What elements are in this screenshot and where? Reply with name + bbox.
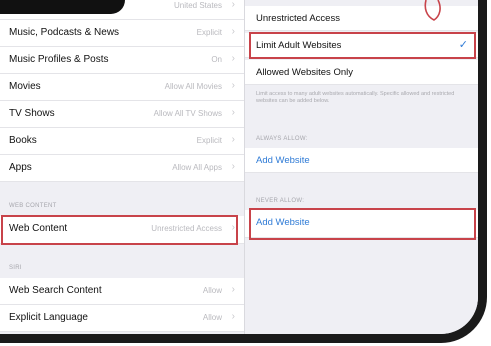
settings-row-apps[interactable]: Apps Allow All Apps › bbox=[0, 155, 244, 182]
chevron-right-icon: › bbox=[231, 0, 235, 10]
limit-adult-description: Limit access to many adult websites auto… bbox=[256, 91, 455, 104]
settings-row-music-profiles-posts[interactable]: Music Profiles & Posts On › bbox=[0, 47, 244, 74]
row-value: United States bbox=[173, 1, 222, 10]
row-label: Music, Podcasts & News bbox=[9, 27, 120, 38]
row-label: Apps bbox=[9, 162, 32, 173]
row-label: Web Search Content bbox=[9, 285, 102, 296]
row-label: Movies bbox=[9, 81, 41, 92]
settings-row-movies[interactable]: Movies Allow All Movies › bbox=[0, 74, 244, 101]
web-content-section-header: WEB CONTENT bbox=[9, 203, 57, 209]
row-value: Allow All Movies bbox=[164, 82, 222, 91]
screenshot-frame: United States › Music, Podcasts & News E… bbox=[0, 0, 491, 346]
chevron-right-icon: › bbox=[231, 134, 235, 145]
chevron-right-icon: › bbox=[231, 26, 235, 37]
settings-row-music-podcasts-news[interactable]: Music, Podcasts & News Explicit › bbox=[0, 20, 244, 47]
add-website-link: Add Website bbox=[256, 155, 310, 166]
chevron-right-icon: › bbox=[231, 53, 235, 64]
chevron-right-icon: › bbox=[231, 80, 235, 91]
row-value: On bbox=[211, 55, 222, 64]
always-allow-add-website[interactable]: Add Website bbox=[245, 148, 478, 173]
chevron-right-icon: › bbox=[231, 284, 235, 295]
row-value: Allow bbox=[202, 286, 222, 295]
web-content-detail-pane: Unrestricted Access Limit Adult Websites… bbox=[245, 0, 478, 334]
device-corner bbox=[0, 0, 125, 14]
red-arrow-annotation bbox=[424, 0, 441, 21]
row-label: Explicit Language bbox=[9, 312, 88, 323]
row-value: Explicit bbox=[196, 136, 222, 145]
row-label: TV Shows bbox=[9, 108, 55, 119]
row-label: Music Profiles & Posts bbox=[9, 54, 109, 65]
never-allow-highlight-box bbox=[249, 208, 476, 240]
limit-adult-highlight-box bbox=[249, 32, 476, 59]
row-value: Explicit bbox=[196, 28, 222, 37]
chevron-right-icon: › bbox=[231, 311, 235, 322]
row-value: Allow All TV Shows bbox=[153, 109, 222, 118]
always-allow-header: ALWAYS ALLOW: bbox=[256, 136, 308, 142]
web-content-highlight-box bbox=[1, 215, 238, 245]
chevron-right-icon: › bbox=[231, 107, 235, 118]
settings-row-explicit-language[interactable]: Explicit Language Allow › bbox=[0, 305, 244, 332]
option-label: Allowed Websites Only bbox=[256, 67, 353, 78]
settings-row-tv-shows[interactable]: TV Shows Allow All TV Shows › bbox=[0, 101, 244, 128]
settings-row-books[interactable]: Books Explicit › bbox=[0, 128, 244, 155]
row-label: Books bbox=[9, 135, 37, 146]
restrictions-list-pane: United States › Music, Podcasts & News E… bbox=[0, 0, 244, 334]
never-allow-header: NEVER ALLOW: bbox=[256, 198, 305, 204]
chevron-right-icon: › bbox=[231, 161, 235, 172]
row-value: Allow All Apps bbox=[172, 163, 222, 172]
siri-section-header: SIRI bbox=[9, 265, 22, 271]
device-bezel: United States › Music, Podcasts & News E… bbox=[0, 0, 487, 343]
option-allowed-websites-only[interactable]: Allowed Websites Only bbox=[245, 60, 478, 85]
option-label: Unrestricted Access bbox=[256, 13, 340, 24]
settings-row-web-search-content[interactable]: Web Search Content Allow › bbox=[0, 278, 244, 305]
row-value: Allow bbox=[202, 313, 222, 322]
